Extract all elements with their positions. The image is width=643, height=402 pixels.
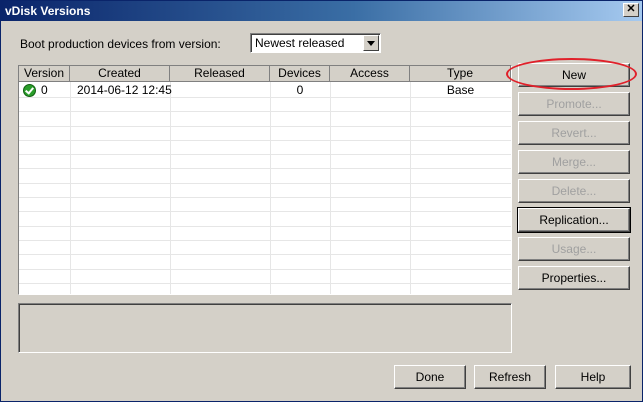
grid-line-horizontal [19,183,511,184]
grid-line-vertical [70,82,71,294]
grid-line-horizontal [19,240,511,241]
grid-line-horizontal [19,97,511,98]
details-panel [18,303,512,353]
title-bar: vDisk Versions ✕ [1,1,642,21]
refresh-button[interactable]: Refresh [474,365,546,389]
promote-button[interactable]: Promote... [518,92,630,116]
chevron-down-icon[interactable] [363,35,379,51]
grid-line-horizontal [19,111,511,112]
grid-line-vertical [170,82,171,294]
column-header-access[interactable]: Access [330,66,410,82]
grid-line-horizontal [19,254,511,255]
table-header: Version Created Released Devices Access … [19,66,511,82]
done-button[interactable]: Done [394,365,466,389]
grid-line-horizontal [19,197,511,198]
grid-line-horizontal [19,269,511,270]
cell-version: 0 [41,83,48,97]
grid-line-horizontal [19,140,511,141]
grid-line-horizontal [19,154,511,155]
properties-button[interactable]: Properties... [518,266,630,290]
grid-line-horizontal [19,283,511,284]
vdisk-versions-dialog: vDisk Versions ✕ Boot production devices… [0,0,643,402]
grid-line-horizontal [19,126,511,127]
table-row[interactable]: 0 2014-06-12 12:45 0 Base [19,83,511,97]
column-header-created[interactable]: Created [70,66,170,82]
new-button[interactable]: New [518,63,630,87]
delete-button[interactable]: Delete... [518,179,630,203]
cell-type: Base [446,83,475,97]
help-button[interactable]: Help [555,365,631,389]
versions-table[interactable]: Version Created Released Devices Access … [18,65,512,295]
close-icon[interactable]: ✕ [623,3,639,17]
grid-line-vertical [330,82,331,294]
window-title: vDisk Versions [5,4,91,18]
grid-line-vertical [410,82,411,294]
usage-button[interactable]: Usage... [518,237,630,261]
column-header-devices[interactable]: Devices [270,66,330,82]
boot-version-select[interactable]: Newest released [250,33,381,53]
cell-devices: 0 [296,83,304,97]
merge-button[interactable]: Merge... [518,150,630,174]
column-header-type[interactable]: Type [410,66,511,82]
cell-created: 2014-06-12 12:45 [77,83,172,97]
revert-button[interactable]: Revert... [518,121,630,145]
grid-line-horizontal [19,211,511,212]
boot-version-label: Boot production devices from version: [20,37,221,51]
grid-line-horizontal [19,226,511,227]
check-icon [23,84,36,97]
grid-line-vertical [270,82,271,294]
boot-version-value: Newest released [255,36,345,50]
replication-button[interactable]: Replication... [517,207,631,233]
column-header-released[interactable]: Released [170,66,270,82]
column-header-version[interactable]: Version [19,66,70,82]
grid-line-horizontal [19,168,511,169]
